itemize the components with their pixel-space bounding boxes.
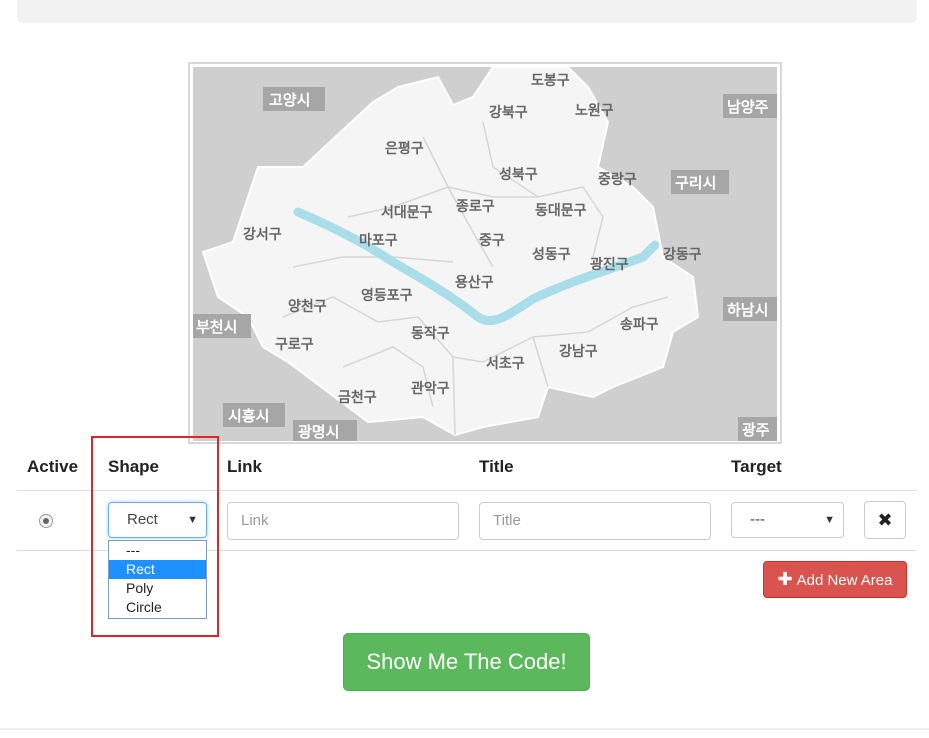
district-label-jungnang: 중랑구 [598,172,637,188]
district-label-nowon: 노원구 [575,103,614,119]
shape-option-rect[interactable]: Rect [109,560,206,579]
district-label-songpa: 송파구 [620,317,659,333]
areas-table-header: Active Shape Link Title Target [0,457,929,481]
district-label-yeongdeungpo: 영등포구 [361,287,413,304]
bottom-divider [0,728,929,730]
district-label-gwangjin: 광진구 [590,256,629,273]
city-label-gwangmyeong: 광명시 [298,423,339,441]
target-select[interactable]: --- ▼ [731,502,844,538]
district-label-mapo: 마포구 [359,233,398,249]
district-label-gangdong: 강동구 [663,246,702,263]
city-label-namyangju: 남양주 [727,98,769,116]
district-label-guro: 구로구 [275,337,314,353]
district-label-yangcheon: 양천구 [288,299,327,315]
chevron-down-icon: ▼ [187,514,198,526]
city-label-guri: 구리시 [675,174,716,192]
district-label-seodaemun: 서대문구 [381,205,433,221]
city-label-siheung: 시흥시 [228,407,269,425]
district-label-dobong: 도봉구 [531,73,570,89]
shape-option-poly[interactable]: Poly [109,579,206,598]
add-new-area-button[interactable]: ✚ Add New Area [763,561,907,598]
delete-area-button[interactable]: ✖ [864,501,906,539]
district-label-dongdaemun: 동대문구 [535,203,587,219]
city-label-hanam: 하남시 [727,301,768,319]
header-title: Title [479,457,514,476]
active-radio[interactable] [39,514,53,528]
shape-option-circle[interactable]: Circle [109,598,206,617]
shape-dropdown-list: --- Rect Poly Circle [108,540,207,619]
link-input[interactable]: Link [227,502,459,540]
header-shape: Shape [108,457,160,476]
district-label-geumcheon: 금천구 [338,390,377,406]
city-label-goyang: 고양시 [269,91,310,109]
district-label-seongdong: 성동구 [532,247,571,263]
plus-icon: ✚ [777,569,793,589]
shape-option-none[interactable]: --- [109,541,206,560]
district-label-gwanak: 관악구 [411,380,450,397]
show-code-button[interactable]: Show Me The Code! [343,633,590,691]
district-label-eunpyeong: 은평구 [385,140,424,157]
header-target: Target [731,457,782,476]
header-active: Active [27,457,79,476]
district-label-jongno: 종로구 [456,199,495,215]
title-input[interactable]: Title [479,502,711,540]
city-label-gwangju: 광주 [742,421,770,439]
district-label-seocho: 서초구 [486,356,525,372]
district-label-jung: 중구 [479,233,505,249]
district-label-gangbuk: 강북구 [489,104,528,121]
district-label-dongjak: 동작구 [411,325,450,342]
city-label-bucheon: 부천시 [196,318,237,336]
header-link: Link [227,457,262,476]
top-panel [17,0,917,23]
map-image[interactable]: 도봉구 강북구 노원구 은평구 성북구 중랑구 서대문구 종로구 동대문구 강서… [188,62,782,444]
header-divider [17,490,917,491]
shape-select-value: Rect [127,511,158,528]
district-label-gangseo: 강서구 [243,226,282,243]
add-new-area-label: Add New Area [796,572,893,589]
chevron-down-icon: ▼ [824,514,835,526]
seoul-map: 도봉구 강북구 노원구 은평구 성북구 중랑구 서대문구 종로구 동대문구 강서… [193,67,777,441]
shape-select[interactable]: Rect ▼ [108,502,207,538]
district-label-yongsan: 용산구 [455,274,494,291]
district-label-seongbuk: 성북구 [499,167,538,183]
target-select-value: --- [750,511,765,528]
district-label-gangnam: 강남구 [559,343,598,360]
close-icon: ✖ [877,510,893,530]
